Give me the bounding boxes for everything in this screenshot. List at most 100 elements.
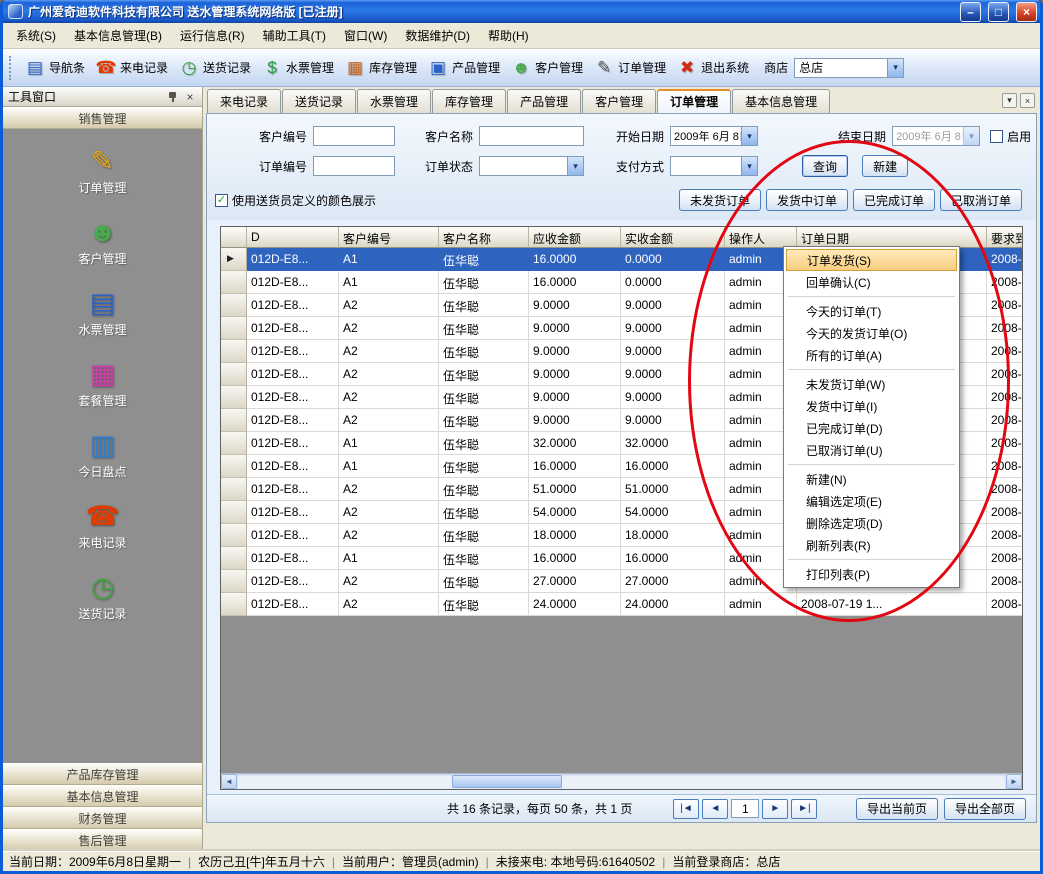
table-row[interactable]: 012D-E8... A2 伍华聪 24.0000 24.0000 admin … [221,593,1023,616]
page-number-input[interactable] [731,799,759,818]
sidebar-item[interactable]: ▤ 水票管理 [78,287,126,338]
export-current-page-button[interactable]: 导出当前页 [856,798,938,820]
customer-no-input[interactable] [313,126,395,146]
scroll-right-icon[interactable]: ► [1006,774,1022,789]
close-button[interactable]: × [1016,2,1037,22]
context-menu-item[interactable]: 订单发货(S) [786,249,957,271]
column-header-receivable[interactable]: 应收金额 [529,227,621,248]
horizontal-scrollbar[interactable]: ◄ ► [221,773,1022,789]
chevron-down-icon[interactable]: ▾ [567,157,583,175]
menu-item[interactable]: 帮助(H) [479,23,538,48]
menu-item[interactable]: 窗口(W) [335,23,396,48]
column-header-id[interactable]: D [247,227,339,248]
last-page-button[interactable]: ►| [791,799,817,819]
toolbar-button[interactable]: ✎ 订单管理 [588,53,671,83]
toolbar-button[interactable]: ▣ 产品管理 [422,53,505,83]
column-header-customer-name[interactable]: 客户名称 [439,227,529,248]
row-selector[interactable] [221,478,247,501]
context-menu-item[interactable] [788,559,955,560]
row-selector[interactable] [221,570,247,593]
toolbar-button[interactable]: ✖ 退出系统 [671,53,754,83]
order-status-select[interactable]: ▾ [479,156,584,176]
context-menu-item[interactable]: 回单确认(C) [786,271,957,293]
order-status-filter-button[interactable]: 已完成订单 [853,189,935,211]
query-button[interactable]: 查询 [802,155,848,177]
menu-item[interactable]: 系统(S) [7,23,65,48]
prev-page-button[interactable]: ◄ [702,799,728,819]
order-no-input[interactable] [313,156,395,176]
chevron-down-icon[interactable]: ▾ [741,127,757,145]
context-menu-item[interactable]: 刷新列表(R) [786,534,957,556]
context-menu-item[interactable]: 发货中订单(I) [786,395,957,417]
create-button[interactable]: 新建 [862,155,908,177]
end-date-picker[interactable]: 2009年 6月 8日 ▾ [892,126,980,146]
sidebar-group-button[interactable]: 产品库存管理 [3,763,202,785]
toolbar-grip[interactable] [9,56,13,80]
order-status-filter-button[interactable]: 已取消订单 [940,189,1022,211]
tab[interactable]: 产品管理 [507,89,581,113]
sidebar-group-button[interactable]: 基本信息管理 [3,785,202,807]
scrollbar-thumb[interactable] [452,775,562,788]
minimize-button[interactable]: – [960,2,981,22]
sidebar-item[interactable]: ☻ 客户管理 [78,216,126,267]
menu-item[interactable]: 数据维护(D) [396,23,479,48]
toolbar-button[interactable]: ▦ 库存管理 [339,53,422,83]
context-menu-item[interactable] [788,464,955,465]
tab-list-icon[interactable]: ▾ [1002,93,1017,108]
menu-item[interactable]: 基本信息管理(B) [65,23,171,48]
customer-name-input[interactable] [479,126,584,146]
order-status-filter-button[interactable]: 发货中订单 [766,189,848,211]
column-header-customer-no[interactable]: 客户编号 [339,227,439,248]
context-menu-item[interactable]: 已完成订单(D) [786,417,957,439]
row-selector[interactable] [221,363,247,386]
row-selector[interactable] [221,248,247,271]
row-selector[interactable] [221,271,247,294]
order-status-filter-button[interactable]: 未发货订单 [679,189,761,211]
store-select[interactable]: 总店 ▾ [794,58,904,78]
tab[interactable]: 送货记录 [282,89,356,113]
row-selector[interactable] [221,386,247,409]
context-menu-item[interactable] [788,369,955,370]
context-menu-item[interactable]: 删除选定项(D) [786,512,957,534]
row-selector[interactable] [221,294,247,317]
toolbar-button[interactable]: ☎ 来电记录 [90,53,173,83]
enable-end-date-checkbox[interactable] [990,130,1003,143]
tab[interactable]: 订单管理 [657,89,731,113]
context-menu-item[interactable]: 编辑选定项(E) [786,490,957,512]
chevron-down-icon[interactable]: ▾ [741,157,757,175]
context-menu-item[interactable]: 今天的发货订单(O) [786,322,957,344]
tool-window-close-icon[interactable]: × [183,90,197,104]
context-menu-item[interactable]: 所有的订单(A) [786,344,957,366]
toolbar-button[interactable]: $ 水票管理 [256,53,339,83]
next-page-button[interactable]: ► [762,799,788,819]
pin-icon[interactable] [167,91,178,103]
toolbar-button[interactable]: ☻ 客户管理 [505,53,588,83]
sidebar-item[interactable]: ▥ 今日盘点 [78,429,126,480]
menu-item[interactable]: 运行信息(R) [171,23,254,48]
menu-item[interactable]: 辅助工具(T) [254,23,335,48]
context-menu-item[interactable]: 新建(N) [786,468,957,490]
row-selector[interactable] [221,409,247,432]
row-selector[interactable] [221,340,247,363]
toolbar-button[interactable]: ▤ 导航条 [19,53,90,83]
row-selector[interactable] [221,524,247,547]
context-menu-item[interactable]: 打印列表(P) [786,563,957,585]
tab-close-icon[interactable]: × [1020,93,1035,108]
sidebar-item[interactable]: ☎ 来电记录 [78,500,126,551]
context-menu-item[interactable]: 未发货订单(W) [786,373,957,395]
sidebar-item[interactable]: ◷ 送货记录 [78,571,126,622]
sidebar-item[interactable]: ✎ 订单管理 [78,145,126,196]
tab[interactable]: 来电记录 [207,89,281,113]
column-header-received[interactable]: 实收金额 [621,227,725,248]
tab[interactable]: 水票管理 [357,89,431,113]
row-selector[interactable] [221,455,247,478]
context-menu-item[interactable]: 今天的订单(T) [786,300,957,322]
tab[interactable]: 库存管理 [432,89,506,113]
start-date-picker[interactable]: 2009年 6月 8日 ▾ [670,126,758,146]
sidebar-group-button[interactable]: 财务管理 [3,807,202,829]
toolbar-button[interactable]: ◷ 送货记录 [173,53,256,83]
tab[interactable]: 基本信息管理 [732,89,830,113]
sidebar-item[interactable]: ▦ 套餐管理 [78,358,126,409]
export-all-pages-button[interactable]: 导出全部页 [944,798,1026,820]
color-mode-checkbox[interactable]: ✓ [215,194,228,207]
